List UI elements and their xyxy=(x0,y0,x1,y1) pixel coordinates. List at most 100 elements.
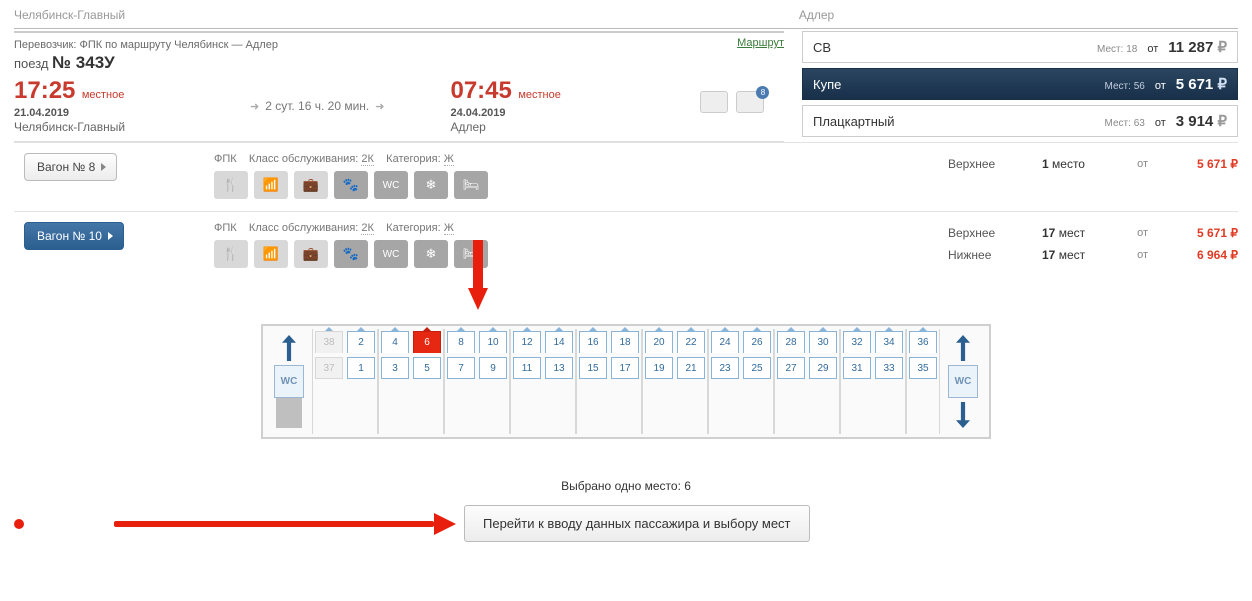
wagon-8-button[interactable]: Вагон № 8 xyxy=(24,153,117,181)
selection-summary: Выбрано одно место: 6 xyxy=(14,479,1238,493)
wc-icon: WC xyxy=(374,240,408,268)
from-label: от xyxy=(1128,244,1148,266)
seat-33[interactable]: 33 xyxy=(875,357,903,379)
dep-time-label: местное xyxy=(82,89,125,101)
berth-price-row: Верхнее 1 место от 5 671 ₽ xyxy=(948,153,1238,175)
fare-name: Плацкартный xyxy=(813,114,895,129)
seat-9[interactable]: 9 xyxy=(479,357,507,379)
annotation-arrow-down xyxy=(468,288,488,310)
wifi-icon: 📶 xyxy=(254,240,288,268)
seat-32[interactable]: 32 xyxy=(843,331,871,353)
seat-34[interactable]: 34 xyxy=(875,331,903,353)
seat-4[interactable]: 4 xyxy=(381,331,409,353)
direction-arrow-up-icon xyxy=(282,335,296,361)
berth-price: 6 964 ₽ xyxy=(1172,244,1238,266)
seat-24[interactable]: 24 xyxy=(711,331,739,353)
aircon-icon: ❄ xyxy=(414,171,448,199)
conductor-box xyxy=(276,398,302,428)
prev-from-city: Челябинск-Главный xyxy=(14,8,125,22)
seat-38: 38 xyxy=(315,331,343,353)
seat-19[interactable]: 19 xyxy=(645,357,673,379)
arr-city: Адлер xyxy=(450,120,620,134)
direction-arrow-up-icon xyxy=(956,335,970,361)
fare-price: 5 671 ₽ xyxy=(1176,75,1227,93)
seat-15[interactable]: 15 xyxy=(579,357,607,379)
seat-20[interactable]: 20 xyxy=(645,331,673,353)
seat-22[interactable]: 22 xyxy=(677,331,705,353)
wagon-10-meta: ФПК Класс обслуживания: 2К Категория: Ж xyxy=(214,222,948,234)
fare-СВ[interactable]: СВ Мест: 18 от 11 287 ₽ xyxy=(802,31,1238,63)
luggage-badge: 8 xyxy=(756,86,769,99)
pets-icon: 🐾 xyxy=(334,171,368,199)
seat-28[interactable]: 28 xyxy=(777,331,805,353)
fare-from: от xyxy=(1147,43,1158,55)
briefcase-icon: 💼 xyxy=(294,171,328,199)
route-link[interactable]: Маршрут xyxy=(737,37,784,49)
seat-12[interactable]: 12 xyxy=(513,331,541,353)
fare-name: СВ xyxy=(813,40,831,55)
berth-count: 1 место xyxy=(1042,153,1104,175)
seat-25[interactable]: 25 xyxy=(743,357,771,379)
aircon-icon: ❄ xyxy=(414,240,448,268)
seat-17[interactable]: 17 xyxy=(611,357,639,379)
berth-count: 17 мест xyxy=(1042,244,1104,266)
berth-price-row: Верхнее 17 мест от 5 671 ₽ xyxy=(948,222,1238,244)
chevron-right-icon xyxy=(101,163,106,171)
seat-8[interactable]: 8 xyxy=(447,331,475,353)
seat-35[interactable]: 35 xyxy=(909,357,937,379)
divider xyxy=(14,28,1238,29)
seat-11[interactable]: 11 xyxy=(513,357,541,379)
restaurant-icon: 🍴 xyxy=(214,171,248,199)
direction-arrow-down-icon xyxy=(956,402,970,428)
seat-13[interactable]: 13 xyxy=(545,357,573,379)
fare-seats: Мест: 18 xyxy=(1097,44,1137,55)
seat-14[interactable]: 14 xyxy=(545,331,573,353)
pets-icon: 🐾 xyxy=(334,240,368,268)
wc-icon: WC xyxy=(374,171,408,199)
seat-2[interactable]: 2 xyxy=(347,331,375,353)
car-layout: WC 3823714635810791214111316181517202219… xyxy=(261,324,991,439)
seat-3[interactable]: 3 xyxy=(381,357,409,379)
berth-price-row: Нижнее 17 мест от 6 964 ₽ xyxy=(948,244,1238,266)
seat-21[interactable]: 21 xyxy=(677,357,705,379)
seat-23[interactable]: 23 xyxy=(711,357,739,379)
luggage-icon xyxy=(700,91,728,113)
annotation-arrow-tail xyxy=(14,519,24,529)
seat-1[interactable]: 1 xyxy=(347,357,375,379)
seat-31[interactable]: 31 xyxy=(843,357,871,379)
prev-to-city: Адлер xyxy=(799,8,834,22)
seat-7[interactable]: 7 xyxy=(447,357,475,379)
berth-label: Верхнее xyxy=(948,153,1018,175)
arr-time: 07:45 xyxy=(450,77,511,104)
seat-18[interactable]: 18 xyxy=(611,331,639,353)
seat-10[interactable]: 10 xyxy=(479,331,507,353)
fare-price: 3 914 ₽ xyxy=(1176,112,1227,130)
seat-36[interactable]: 36 xyxy=(909,331,937,353)
seat-5[interactable]: 5 xyxy=(413,357,441,379)
briefcase-icon: 💼 xyxy=(294,240,328,268)
annotation-arrow-line xyxy=(114,521,434,527)
amenities: 🍴 📶 💼 🐾 WC ❄ 🛏 xyxy=(214,171,948,199)
amenities: 🍴 📶 💼 🐾 WC ❄ 🛏 xyxy=(214,240,948,268)
wagon-10-button[interactable]: Вагон № 10 xyxy=(24,222,124,250)
fare-seats: Мест: 56 xyxy=(1105,81,1145,92)
wc-right: WC xyxy=(948,365,979,398)
fare-Плацкартный[interactable]: Плацкартный Мест: 63 от 3 914 ₽ xyxy=(802,105,1238,137)
restaurant-icon: 🍴 xyxy=(214,240,248,268)
chevron-right-icon xyxy=(108,232,113,240)
seat-6[interactable]: 6 xyxy=(413,331,441,353)
train-label: поезд xyxy=(14,56,48,71)
fare-name: Купе xyxy=(813,77,841,92)
fare-Купе[interactable]: Купе Мест: 56 от 5 671 ₽ xyxy=(802,68,1238,100)
arr-time-label: местное xyxy=(518,89,561,101)
wagon-8-meta: ФПК Класс обслуживания: 2К Категория: Ж xyxy=(214,153,948,165)
seat-30[interactable]: 30 xyxy=(809,331,837,353)
seat-16[interactable]: 16 xyxy=(579,331,607,353)
bedding-icon: 🛏 xyxy=(454,171,488,199)
seat-29[interactable]: 29 xyxy=(809,357,837,379)
seat-26[interactable]: 26 xyxy=(743,331,771,353)
seat-27[interactable]: 27 xyxy=(777,357,805,379)
proceed-button[interactable]: Перейти к вводу данных пассажира и выбор… xyxy=(464,505,810,542)
annotation-arrow-head xyxy=(434,513,456,535)
dep-city: Челябинск-Главный xyxy=(14,120,184,134)
